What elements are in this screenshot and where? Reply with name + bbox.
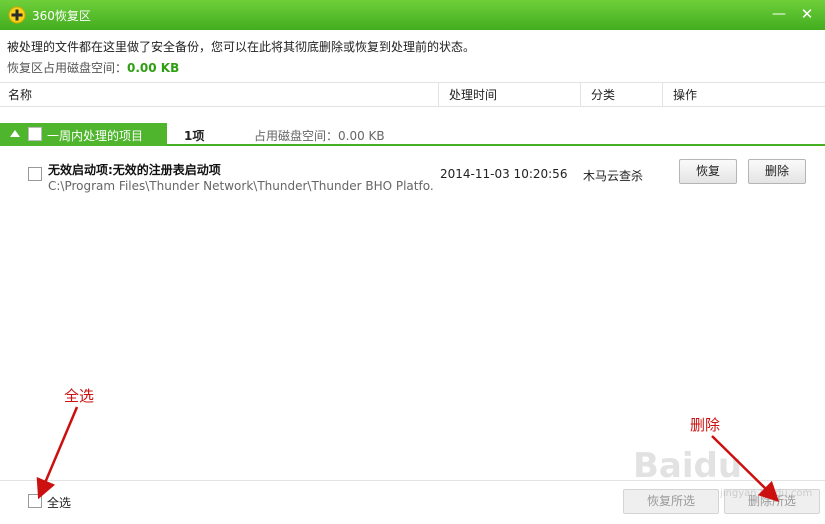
annotation-arrows [36,406,780,503]
arrow-to-select-all [36,406,79,500]
arrow-to-delete-selected [711,435,780,503]
